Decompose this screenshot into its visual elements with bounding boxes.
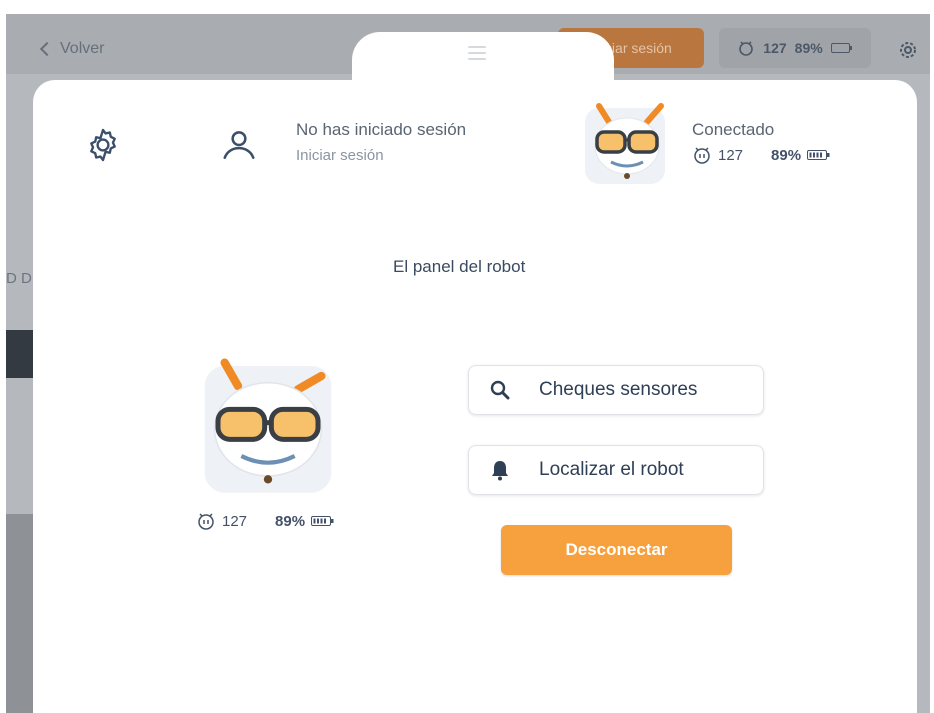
user-status-title: No has iniciado sesión	[296, 120, 467, 139]
background-gear-icon	[900, 42, 916, 58]
robot-face-icon	[739, 41, 754, 56]
robot-avatar-large	[204, 358, 332, 493]
background-back-button: Volver	[39, 40, 105, 58]
robot-avatar-small	[585, 103, 665, 184]
locate-robot-button[interactable]: Localizar el robot	[468, 445, 764, 495]
background-battery-percent: 89%	[794, 40, 823, 56]
robot-battery-percent: 89%	[771, 146, 802, 164]
disconnect-button[interactable]: Desconectar	[501, 525, 732, 575]
robot-battery-percent: 89%	[275, 512, 306, 530]
background-side-text: D DI	[6, 270, 36, 287]
chevron-left-icon	[39, 41, 55, 57]
background-robot-status: 127 89%	[719, 28, 871, 68]
battery-icon	[311, 516, 334, 526]
robot-face-icon	[198, 513, 214, 530]
connection-status: Conectado	[692, 120, 775, 139]
locate-robot-label: Localizar el robot	[539, 459, 684, 480]
search-icon	[490, 380, 510, 400]
battery-icon	[830, 43, 852, 53]
robot-stats: 127 89%	[196, 512, 335, 530]
user-icon[interactable]	[220, 126, 258, 164]
disconnect-label: Desconectar	[565, 540, 668, 559]
robot-count: 127	[718, 146, 744, 164]
battery-icon	[807, 150, 830, 160]
background-dark-block	[6, 330, 36, 378]
settings-gear-icon[interactable]	[84, 126, 122, 164]
robot-face-icon	[694, 147, 710, 164]
background-count: 127	[763, 40, 787, 56]
panel-title: El panel del robot	[393, 257, 526, 276]
bell-icon	[492, 461, 508, 481]
background-band	[6, 514, 36, 713]
robot-count: 127	[222, 512, 248, 530]
check-sensors-button[interactable]: Cheques sensores	[468, 365, 764, 415]
connection-stats: 127 89%	[692, 146, 831, 164]
login-link[interactable]: Iniciar sesión	[296, 147, 384, 164]
background-back-label: Volver	[60, 40, 105, 57]
check-sensors-label: Cheques sensores	[539, 379, 698, 400]
hamburger-icon[interactable]	[468, 46, 486, 64]
